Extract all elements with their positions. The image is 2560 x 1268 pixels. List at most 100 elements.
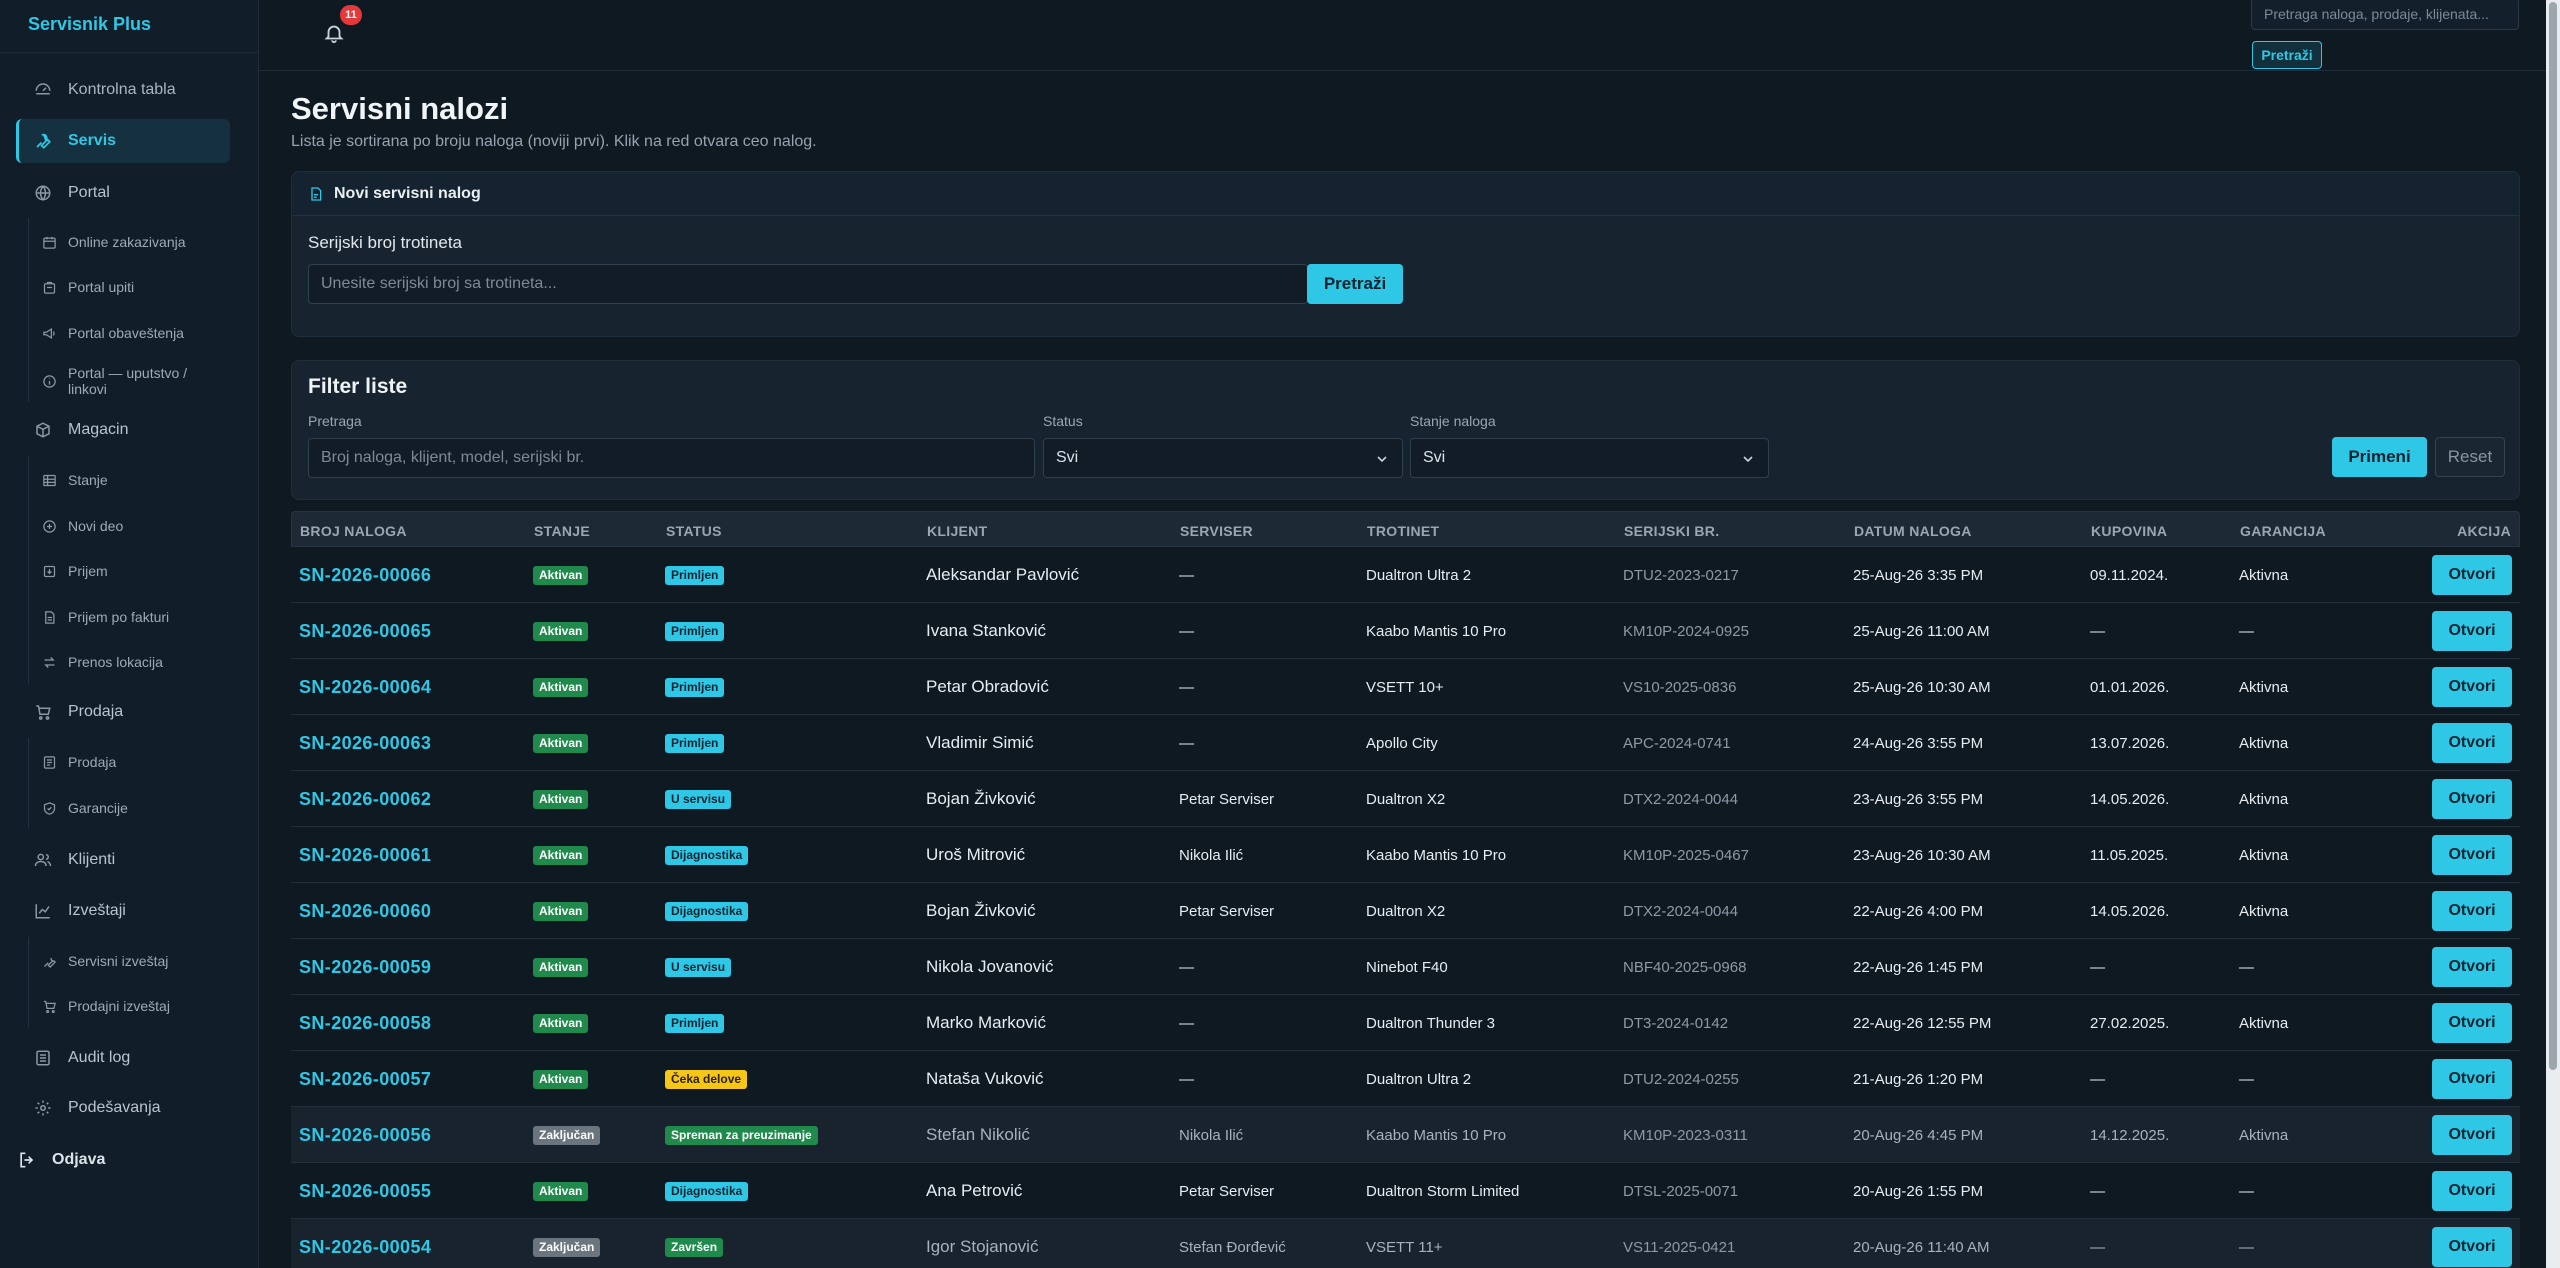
sidebar-item-label: Podešavanja (68, 1099, 161, 1116)
col-header-scooter[interactable]: TROTINET (1367, 523, 1439, 539)
order-number-link-cell[interactable]: SN-2026-00058 (299, 995, 431, 1051)
globe-icon (32, 182, 54, 204)
order-number-link-cell[interactable]: SN-2026-00056 (299, 1107, 431, 1163)
order-date-cell: 20-Aug-26 4:45 PM (1853, 1126, 1984, 1144)
serial-search-button[interactable]: Pretraži (1307, 264, 1403, 304)
open-order-button[interactable]: Otvori (2432, 611, 2512, 651)
sidebar-item-prijem[interactable]: Prijem (40, 551, 240, 591)
order-number-link-cell[interactable]: SN-2026-00060 (299, 883, 431, 939)
sidebar-item-novi-deo[interactable]: Novi deo (40, 506, 240, 546)
open-order-button[interactable]: Otvori (2432, 555, 2512, 595)
table-row[interactable]: SN-2026-00056 Zaključan Spreman za preuzim… (291, 1107, 2520, 1163)
sidebar-item-prenos-lokacija[interactable]: Prenos lokacija (40, 642, 240, 682)
open-order-button[interactable]: Otvori (2432, 1227, 2512, 1267)
open-order-button[interactable]: Otvori (2432, 1115, 2512, 1155)
order-number-link-cell[interactable]: SN-2026-00061 (299, 827, 431, 883)
open-order-button[interactable]: Otvori (2432, 723, 2512, 763)
sidebar-item-prodaja-sub[interactable]: Prodaja (40, 742, 240, 782)
state-badge-cell: Aktivan (533, 659, 589, 715)
table-row[interactable]: SN-2026-00064 Aktivan Primljen Petar Obrado… (291, 659, 2520, 715)
scrollbar-thumb[interactable] (2549, 2, 2557, 1070)
order-number-link-cell[interactable]: SN-2026-00054 (299, 1219, 431, 1268)
col-header-serviser[interactable]: SERVISER (1180, 523, 1253, 539)
col-header-number[interactable]: BROJ NALOGA (300, 523, 407, 539)
sidebar-item-portal-uputstvo[interactable]: Portal — uputstvo / linkovi (40, 358, 240, 404)
table-row[interactable]: SN-2026-00063 Aktivan Primljen Vladimir Sim… (291, 715, 2520, 771)
sidebar-item-prodaja[interactable]: Prodaja (16, 690, 228, 734)
logout-button[interactable]: Odjava (16, 1138, 228, 1182)
sidebar-item-online-zakazivanja[interactable]: Online zakazivanja (40, 222, 240, 262)
order-number-link-cell[interactable]: SN-2026-00062 (299, 771, 431, 827)
sidebar-item-prodajni-izvestaj[interactable]: Prodajni izveštaj (40, 986, 240, 1026)
filter-search-input[interactable] (308, 438, 1035, 478)
sidebar-item-podesavanja[interactable]: Podešavanja (16, 1086, 228, 1130)
apply-filter-button[interactable]: Primeni (2332, 437, 2427, 477)
table-row[interactable]: SN-2026-00055 Aktivan Dijagnostika Ana Petr… (291, 1163, 2520, 1219)
serviser-name-cell: Petar Serviser (1179, 1182, 1275, 1200)
open-order-button[interactable]: Otvori (2432, 1171, 2512, 1211)
table-row[interactable]: SN-2026-00054 Zaključan Završen Igor Stojan… (291, 1219, 2520, 1268)
sidebar-item-label: Kontrolna tabla (68, 81, 176, 98)
order-number-link-cell[interactable]: SN-2026-00059 (299, 939, 431, 995)
serial-number-input[interactable] (308, 264, 1308, 304)
brand-logo[interactable]: Servisnik Plus (28, 14, 151, 35)
status-badge-cell: Završen (665, 1219, 724, 1268)
state-badge-cell: Aktivan (533, 939, 589, 995)
table-row[interactable]: SN-2026-00061 Aktivan Dijagnostika Uroš Mit… (291, 827, 2520, 883)
reset-filter-button[interactable]: Reset (2435, 437, 2505, 477)
sidebar-item-stanje[interactable]: Stanje (40, 460, 240, 500)
sidebar-item-garancije[interactable]: Garancije (40, 788, 240, 828)
table-row[interactable]: SN-2026-00060 Aktivan Dijagnostika Bojan Ži… (291, 883, 2520, 939)
order-number-link-cell[interactable]: SN-2026-00065 (299, 603, 431, 659)
col-header-warranty[interactable]: GARANCIJA (2240, 523, 2326, 539)
open-order-button[interactable]: Otvori (2432, 891, 2512, 931)
filter-state-select[interactable]: Svi (1410, 438, 1769, 478)
sidebar-item-portal-obavestenja[interactable]: Portal obaveštenja (40, 313, 240, 353)
col-header-purchase[interactable]: KUPOVINA (2091, 523, 2167, 539)
table-row[interactable]: SN-2026-00065 Aktivan Primljen Ivana Stanko… (291, 603, 2520, 659)
col-header-status[interactable]: STATUS (666, 523, 722, 539)
order-number-link-cell[interactable]: SN-2026-00064 (299, 659, 431, 715)
sidebar-item-izvestaji[interactable]: Izveštaji (16, 889, 228, 933)
purchase-date-cell: 01.01.2026. (2090, 678, 2170, 696)
table-row[interactable]: SN-2026-00066 Aktivan Primljen Aleksandar P… (291, 547, 2520, 603)
order-number-link-cell[interactable]: SN-2026-00066 (299, 547, 431, 603)
log-icon (32, 1047, 54, 1069)
order-date-cell: 22-Aug-26 1:45 PM (1853, 958, 1984, 976)
warranty-status-cell: Aktivna (2239, 678, 2289, 696)
table-row[interactable]: SN-2026-00059 Aktivan U servisu Nikola Jova… (291, 939, 2520, 995)
global-search-button[interactable]: Pretraži (2252, 41, 2322, 69)
notifications-bell-icon[interactable] (323, 22, 347, 46)
sidebar-item-label: Odjava (52, 1151, 106, 1168)
global-search-input[interactable] (2251, 0, 2519, 30)
col-header-state[interactable]: STANJE (534, 523, 590, 539)
sidebar-item-prijem-po-fakturi[interactable]: Prijem po fakturi (40, 597, 240, 637)
order-number-link-cell[interactable]: SN-2026-00055 (299, 1163, 431, 1219)
page-scrollbar[interactable] (2546, 0, 2560, 1268)
open-order-button[interactable]: Otvori (2432, 1003, 2512, 1043)
sidebar-item-portal-upiti[interactable]: Portal upiti (40, 267, 240, 307)
sidebar-item-servis[interactable]: Servis (16, 119, 230, 163)
open-order-button[interactable]: Otvori (2432, 1059, 2512, 1099)
table-row[interactable]: SN-2026-00058 Aktivan Primljen Marko Markov… (291, 995, 2520, 1051)
serviser-name-cell: — (1179, 566, 1194, 584)
open-order-button[interactable]: Otvori (2432, 779, 2512, 819)
open-order-button[interactable]: Otvori (2432, 667, 2512, 707)
col-header-serial[interactable]: SERIJSKI BR. (1624, 523, 1719, 539)
purchase-date-cell: 09.11.2024. (2090, 566, 2169, 584)
sidebar-item-dashboard[interactable]: Kontrolna tabla (16, 68, 228, 112)
col-header-client[interactable]: KLIJENT (927, 523, 987, 539)
open-order-button[interactable]: Otvori (2432, 947, 2512, 987)
sidebar-item-portal[interactable]: Portal (16, 171, 228, 215)
sidebar-item-servisni-izvestaj[interactable]: Servisni izveštaj (40, 941, 240, 981)
open-order-button[interactable]: Otvori (2432, 835, 2512, 875)
table-row[interactable]: SN-2026-00057 Aktivan Čeka delove Nataša Vu… (291, 1051, 2520, 1107)
order-number-link-cell[interactable]: SN-2026-00063 (299, 715, 431, 771)
filter-status-select[interactable]: Svi (1043, 438, 1403, 478)
order-number-link-cell[interactable]: SN-2026-00057 (299, 1051, 431, 1107)
sidebar-item-audit-log[interactable]: Audit log (16, 1036, 228, 1080)
table-row[interactable]: SN-2026-00062 Aktivan U servisu Bojan Živko… (291, 771, 2520, 827)
col-header-date[interactable]: DATUM NALOGA (1854, 523, 1972, 539)
sidebar-item-magacin[interactable]: Magacin (16, 408, 228, 452)
sidebar-item-klijenti[interactable]: Klijenti (16, 838, 228, 882)
